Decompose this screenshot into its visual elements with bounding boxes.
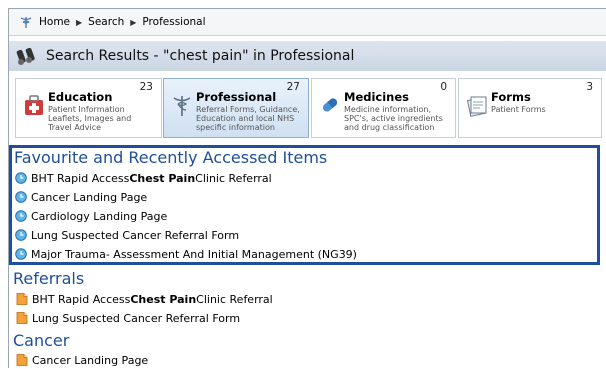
capsule-icon — [322, 98, 338, 112]
cancer-heading: Cancer — [13, 331, 70, 350]
tile-medicines[interactable]: Medicines Medicine information, SPC's, ac… — [311, 78, 456, 138]
clock-icon — [15, 210, 27, 222]
tile-description: Patient Information Leaflets, Images and T… — [48, 105, 132, 132]
search-results-title: Search Results - "chest pain" in Profess… — [46, 48, 355, 64]
favourite-item[interactable]: BHT Rapid Access Chest Pain Clinic Refer… — [15, 169, 272, 187]
referrals-heading: Referrals — [13, 269, 85, 288]
clock-icon — [15, 172, 27, 184]
tile-name: Forms — [491, 90, 531, 104]
tile-count: 3 — [586, 81, 593, 93]
referral-item[interactable]: BHT Rapid Access Chest Pain Clinic Refer… — [16, 290, 273, 308]
search-results-header: Search Results - "chest pain" in Profess… — [9, 41, 606, 71]
forms-icon — [466, 96, 487, 117]
binoculars-icon — [16, 47, 35, 65]
tile-description: Patient Forms — [491, 105, 546, 114]
tile-count: 27 — [286, 81, 300, 93]
favourite-item[interactable]: Cardiology Landing Page — [15, 207, 167, 225]
cancer-item[interactable]: Cancer Landing Page — [16, 351, 148, 369]
clock-icon — [15, 191, 27, 203]
breadcrumb: Home ▶ Search ▶ Professional — [9, 9, 606, 36]
tile-name: Education — [48, 90, 113, 104]
caduceus-icon — [173, 96, 191, 116]
breadcrumb-professional: Professional — [142, 16, 206, 28]
first-aid-kit-icon — [25, 95, 43, 115]
tile-count: 0 — [440, 81, 447, 93]
clock-icon — [15, 229, 27, 241]
tile-forms[interactable]: Forms Patient Forms 3 — [458, 78, 602, 138]
favourite-item[interactable]: Cancer Landing Page — [15, 188, 147, 206]
document-icon — [16, 312, 28, 324]
tile-count: 23 — [139, 81, 153, 93]
tile-education[interactable]: Education Patient Information Leaflets, I… — [15, 78, 162, 138]
tile-description: Referral Forms, Guidance, Education and l… — [196, 105, 300, 132]
breadcrumb-search[interactable]: Search — [88, 16, 124, 28]
document-icon — [16, 354, 28, 366]
referral-item[interactable]: Lung Suspected Cancer Referral Form — [16, 309, 240, 327]
caduceus-icon — [20, 17, 32, 28]
category-tiles: Education Patient Information Leaflets, I… — [9, 75, 606, 143]
favourites-panel: Favourite and Recently Accessed Items BH… — [9, 145, 600, 265]
breadcrumb-separator-icon: ▶ — [76, 17, 83, 27]
favourite-item[interactable]: Lung Suspected Cancer Referral Form — [15, 226, 239, 244]
tile-name: Professional — [196, 90, 277, 104]
tile-name: Medicines — [344, 90, 410, 104]
tile-professional[interactable]: Professional Referral Forms, Guidance, Ed… — [163, 78, 309, 138]
favourites-heading: Favourite and Recently Accessed Items — [14, 148, 328, 167]
tile-description: Medicine information, SPC's, active ingre… — [344, 105, 443, 132]
document-icon — [16, 293, 28, 305]
breadcrumb-home[interactable]: Home — [39, 16, 70, 28]
favourite-item[interactable]: Major Trauma- Assessment And Initial Man… — [15, 245, 357, 263]
breadcrumb-separator-icon: ▶ — [130, 17, 137, 27]
clock-icon — [15, 248, 27, 260]
